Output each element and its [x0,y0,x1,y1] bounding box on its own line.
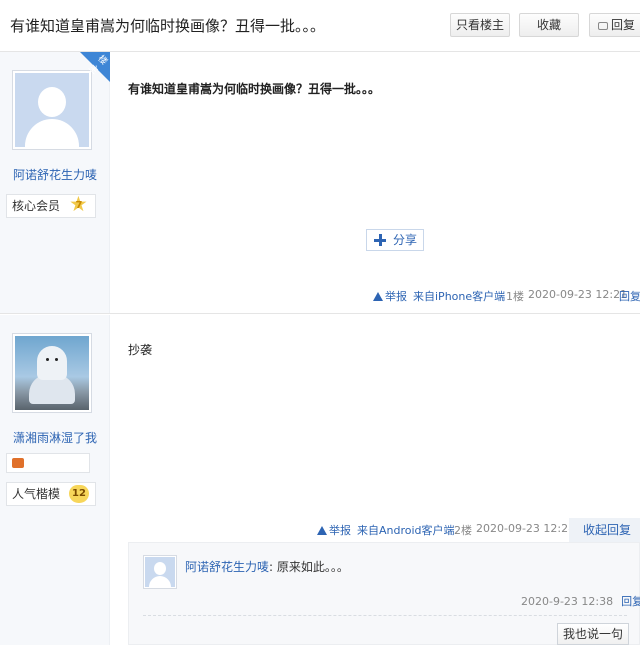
client-source-link[interactable]: 来自iPhone客户端 [413,290,505,303]
post-floor-2: 潇湘雨淋湿了我 人气楷模 12 抄袭 举报 来自Android客户端 2楼 20… [0,315,640,645]
gamepad-icon [12,458,24,468]
sub-reply-panel: 阿诺舒花生力唛: 原来如此。。。 2020-9-23 12:38 回复 我也说一句 [128,542,640,645]
post-time: 2020-09-23 12:28 [476,522,576,535]
member-badge-label: 核心会员 [12,199,61,213]
author-sidebar: 潇湘雨淋湿了我 人气楷模 12 [0,315,110,645]
plus-icon [374,234,386,246]
report-label: 举报 [329,524,351,537]
report-link[interactable]: 举报 [373,290,407,303]
floor-number: 2楼 [454,524,472,537]
reply-icon [598,22,608,30]
avatar[interactable] [12,333,92,413]
author-sidebar: 楼主 阿诺舒花生力唛 核心会员 ★ 7 [0,52,110,313]
reply-button[interactable]: 回复 [589,13,640,37]
warning-icon [373,292,383,301]
share-button[interactable]: 分享 [366,229,424,251]
collapse-replies-button[interactable]: 收起回复 [569,518,640,542]
thread-title: 有谁知道皇甫嵩为何临时换画像？丑得一批。。。 [10,17,326,35]
post-floor-1: 楼主 阿诺舒花生力唛 核心会员 ★ 7 有谁知道皇甫嵩为何临时换画像？丑得一批。。… [0,52,640,314]
reply-button-label: 回复 [611,18,636,32]
sub-reply-content: : 原来如此。。。 [269,560,349,574]
sub-reply-author-link[interactable]: 阿诺舒花生力唛 [185,560,269,574]
op-ribbon: 楼主 [80,52,110,82]
member-badge[interactable]: 核心会员 ★ 7 [6,194,96,218]
level-number: 12 [72,488,86,499]
author-name-link[interactable]: 潇湘雨淋湿了我 [0,429,110,446]
anime-avatar-icon [15,336,89,410]
gamepad-emblem[interactable] [6,453,90,473]
warning-icon [317,526,327,535]
sub-reply-meta: 2020-9-23 12:38 回复 [521,593,640,609]
report-label: 举报 [385,290,407,303]
level-star-icon: ★ 7 [69,192,88,216]
post-time: 2020-09-23 12:21 [528,288,628,301]
author-name-link[interactable]: 阿诺舒花生力唛 [0,166,110,183]
post-meta: 举报 来自Android客户端 2楼 2020-09-23 12:28 [0,522,640,538]
post-reply-link[interactable]: 回复 [619,290,640,303]
default-avatar-icon [15,73,89,147]
only-op-button[interactable]: 只看楼主 [450,13,510,37]
post-content: 有谁知道皇甫嵩为何临时换画像？丑得一批。。。 [128,82,381,96]
divider [143,615,627,616]
favorite-button[interactable]: 收藏 [519,13,579,37]
client-source-link[interactable]: 来自Android客户端 [357,524,455,537]
sub-reply-time: 2020-9-23 12:38 [521,595,614,608]
floor-number: 1楼 [506,290,524,303]
report-link[interactable]: 举报 [317,524,351,537]
avatar[interactable] [12,70,92,150]
post-content: 抄袭 [128,343,153,357]
sub-reply-text: 阿诺舒花生力唛: 原来如此。。。 [185,558,349,575]
sub-reply-reply-link[interactable]: 回复 [621,595,640,608]
member-badge-label: 人气楷模 [12,487,61,501]
member-badge[interactable]: 人气楷模 12 [6,482,96,506]
sub-reply-avatar[interactable] [143,555,177,589]
post-meta: 举报 来自iPhone客户端 1楼 2020-09-23 12:21 回复 [0,288,640,304]
default-avatar-icon [145,557,175,587]
level-shield-icon: 12 [69,485,89,503]
share-label: 分享 [393,233,418,247]
thread-header: 有谁知道皇甫嵩为何临时换画像？丑得一批。。。 只看楼主 收藏 回复 [0,0,640,52]
level-number: 7 [75,200,83,211]
say-something-button[interactable]: 我也说一句 [557,623,629,645]
